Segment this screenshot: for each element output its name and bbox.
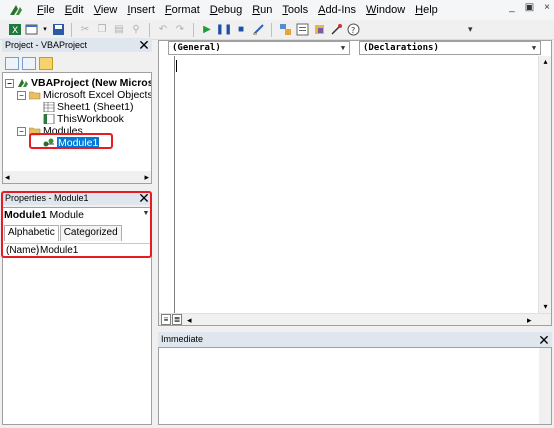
help-icon[interactable]: ? bbox=[346, 23, 360, 37]
toolbar-separator bbox=[149, 22, 150, 37]
paste-icon[interactable]: ▤ bbox=[112, 23, 126, 37]
toolbar-separator bbox=[193, 22, 194, 37]
dropdown-arrow-icon[interactable]: ▾ bbox=[42, 23, 48, 37]
excel-app-icon[interactable] bbox=[8, 3, 24, 17]
menu-run[interactable]: Run bbox=[247, 0, 277, 20]
tree-folder-objects[interactable]: − Microsoft Excel Objects bbox=[17, 89, 152, 101]
menu-window[interactable]: Window bbox=[361, 0, 410, 20]
code-margin-indicator-bar[interactable] bbox=[159, 56, 175, 313]
scroll-left-icon[interactable]: ◂ bbox=[5, 171, 10, 183]
design-mode-icon[interactable] bbox=[251, 23, 265, 37]
code-window[interactable] bbox=[158, 40, 552, 326]
minimize-button[interactable]: _ bbox=[509, 2, 515, 13]
module1-highlight-box bbox=[29, 133, 113, 149]
procedure-view-icon[interactable]: ≡ bbox=[161, 314, 171, 325]
thisworkbook-label: ThisWorkbook bbox=[57, 113, 124, 125]
project-hscrollbar[interactable]: ◂ ▸ bbox=[3, 171, 151, 183]
properties-window-icon[interactable] bbox=[295, 23, 309, 37]
toggle-folders-icon[interactable] bbox=[39, 56, 53, 70]
object-browser-icon[interactable] bbox=[312, 23, 326, 37]
chevron-down-icon[interactable]: ▼ bbox=[338, 43, 348, 53]
reset-icon[interactable]: ■ bbox=[234, 23, 248, 37]
chevron-down-icon[interactable]: ▼ bbox=[529, 43, 539, 53]
scroll-left-icon[interactable]: ◂ bbox=[187, 314, 192, 326]
scroll-right-icon[interactable]: ▸ bbox=[527, 314, 532, 326]
toolbar-separator bbox=[71, 22, 72, 37]
folder-icon bbox=[28, 90, 41, 100]
immediate-close-icon[interactable]: ✕ bbox=[537, 333, 551, 347]
tree-thisworkbook[interactable]: ThisWorkbook bbox=[43, 113, 124, 125]
folder-objects-label: Microsoft Excel Objects bbox=[43, 89, 152, 101]
restore-button[interactable]: ▣ bbox=[525, 2, 534, 13]
sheet-icon bbox=[43, 101, 55, 113]
menu-edit[interactable]: Edit bbox=[60, 0, 89, 20]
save-icon[interactable] bbox=[51, 23, 65, 37]
svg-text:X: X bbox=[12, 26, 18, 36]
menu-tools[interactable]: Tools bbox=[277, 0, 313, 20]
code-vscrollbar[interactable]: ▴ ▾ bbox=[538, 56, 551, 313]
cut-icon[interactable]: ✂ bbox=[78, 23, 92, 37]
break-icon[interactable]: ❚❚ bbox=[216, 23, 233, 37]
scroll-right-icon[interactable]: ▸ bbox=[144, 171, 149, 183]
text-cursor bbox=[176, 60, 177, 72]
object-combo-value: (General) bbox=[172, 43, 221, 53]
standard-toolbar: X ▾ ✂ ❐ ▤ ⚲ ↶ ↷ ▶ ❚❚ ■ ? ▾ bbox=[0, 20, 554, 40]
menu-add-ins[interactable]: Add-Ins bbox=[313, 0, 361, 20]
immediate-window[interactable] bbox=[158, 347, 552, 425]
project-icon bbox=[17, 78, 29, 88]
window-controls: _ ▣ × bbox=[509, 2, 550, 13]
menu-view[interactable]: View bbox=[89, 0, 123, 20]
properties-highlight-box bbox=[1, 191, 152, 258]
workbook-icon bbox=[43, 113, 55, 125]
project-pane-toolbar bbox=[2, 54, 152, 72]
scroll-down-icon[interactable]: ▾ bbox=[539, 301, 552, 313]
menu-file[interactable]: File bbox=[32, 0, 60, 20]
collapse-icon[interactable]: − bbox=[5, 78, 14, 88]
collapse-icon[interactable]: − bbox=[17, 90, 26, 100]
object-combo[interactable]: (General) ▼ bbox=[168, 41, 350, 55]
immediate-title: Immediate bbox=[158, 332, 552, 347]
view-code-icon[interactable] bbox=[5, 56, 19, 70]
menu-bar: File Edit View Insert Format Debug Run T… bbox=[0, 0, 554, 20]
menu-help[interactable]: Help bbox=[410, 0, 443, 20]
toolbox-icon[interactable] bbox=[329, 23, 343, 37]
tree-sheet1[interactable]: Sheet1 (Sheet1) bbox=[43, 101, 133, 113]
procedure-combo-value: (Declarations) bbox=[363, 43, 439, 53]
tree-root[interactable]: − VBAProject (New Microsoft bbox=[5, 77, 151, 89]
copy-icon[interactable]: ❐ bbox=[95, 23, 109, 37]
menu-insert[interactable]: Insert bbox=[122, 0, 160, 20]
menu-format[interactable]: Format bbox=[160, 0, 205, 20]
project-close-icon[interactable]: ✕ bbox=[137, 38, 151, 52]
insert-userform-icon[interactable] bbox=[25, 23, 39, 37]
redo-icon[interactable]: ↷ bbox=[173, 23, 187, 37]
toolbar-separator bbox=[271, 22, 272, 37]
run-icon[interactable]: ▶ bbox=[200, 23, 214, 37]
undo-icon[interactable]: ↶ bbox=[156, 23, 170, 37]
close-window-button[interactable]: × bbox=[544, 2, 550, 13]
collapse-icon[interactable]: − bbox=[17, 126, 26, 136]
menu-debug[interactable]: Debug bbox=[205, 0, 247, 20]
code-hscrollbar[interactable]: ≡ ≣ ◂ ▸ bbox=[159, 313, 551, 325]
project-pane-title: Project - VBAProject bbox=[2, 38, 152, 52]
project-explorer-icon[interactable] bbox=[278, 23, 292, 37]
view-object-icon[interactable] bbox=[22, 56, 36, 70]
excel-icon[interactable]: X bbox=[8, 23, 22, 37]
scroll-up-icon[interactable]: ▴ bbox=[539, 56, 552, 68]
full-module-view-icon[interactable]: ≣ bbox=[172, 314, 182, 325]
procedure-combo[interactable]: (Declarations) ▼ bbox=[359, 41, 541, 55]
sheet1-label: Sheet1 (Sheet1) bbox=[57, 101, 134, 113]
project-explorer[interactable]: −VBAProject (New Microsoft −Microsoft Ex… bbox=[2, 72, 152, 184]
immediate-vscrollbar[interactable] bbox=[539, 348, 551, 424]
tree-root-label: VBAProject (New Microsoft bbox=[31, 77, 151, 89]
svg-text:?: ? bbox=[351, 26, 355, 35]
find-icon[interactable]: ⚲ bbox=[129, 23, 143, 37]
toolbar-options-icon[interactable]: ▾ bbox=[468, 24, 473, 35]
